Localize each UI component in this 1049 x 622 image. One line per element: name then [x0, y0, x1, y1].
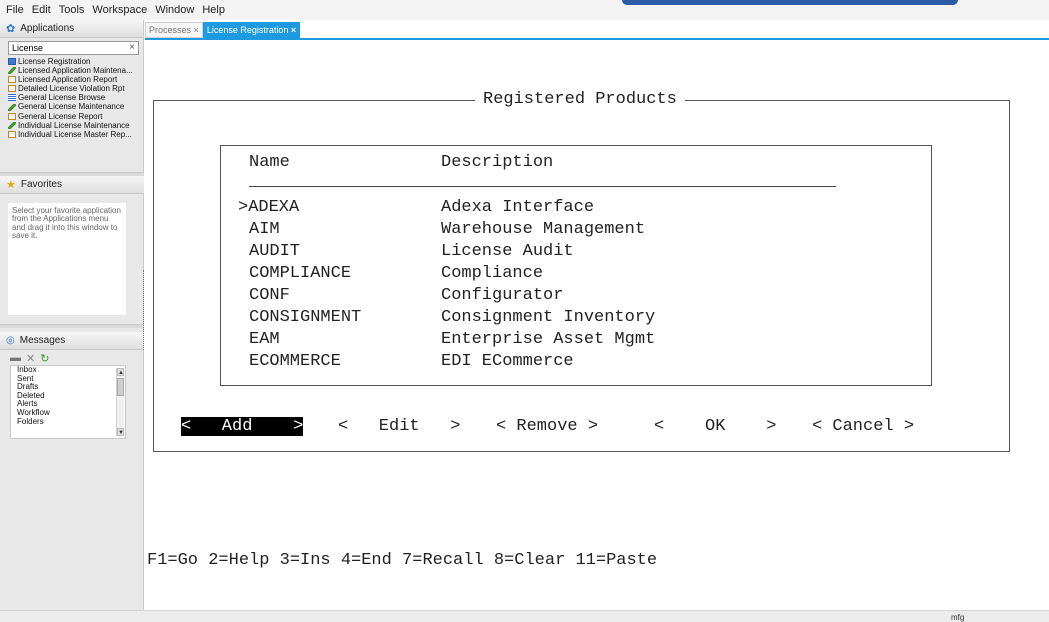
scroll-up-icon[interactable]: ▲ [117, 368, 124, 376]
product-name[interactable]: AUDIT [249, 242, 300, 261]
remove-button[interactable]: < Remove > [496, 417, 598, 436]
add-button[interactable]: < Add > [181, 417, 304, 436]
star-icon: ★ [6, 179, 16, 191]
function-key-legend: F1=Go 2=Help 3=Ins 4=End 7=Recall 8=Clea… [147, 551, 658, 570]
message-scrollbar[interactable]: ▲ ▼ [116, 368, 124, 436]
scroll-down-icon[interactable]: ▼ [117, 428, 124, 436]
messages-title: Messages [19, 335, 66, 346]
app-item-label: Licensed Application Maintena... [18, 66, 133, 76]
menu-window[interactable]: Window [155, 4, 194, 16]
app-item-licensed-application-report[interactable]: Licensed Application Report [8, 75, 143, 84]
report-icon [8, 112, 16, 120]
messages-header[interactable]: ◎ Messages [0, 332, 144, 350]
app-item-detailed-license-violation[interactable]: Detailed License Violation Rpt [8, 84, 143, 93]
application-search-value: License [12, 43, 44, 53]
product-name[interactable]: ECOMMERCE [249, 352, 341, 371]
top-accent-stripe [622, 0, 958, 5]
menu-edit[interactable]: Edit [32, 4, 51, 16]
messages-icon: ◎ [6, 335, 15, 346]
menu-file[interactable]: File [6, 4, 24, 16]
app-item-label: Individual License Maintenance [18, 120, 130, 130]
scroll-thumb[interactable] [117, 378, 124, 396]
applications-title: Applications [20, 23, 75, 34]
message-toolbar: ▬ ✕ ↻ [10, 352, 49, 365]
app-item-general-license-maintenance[interactable]: General License Maintenance [8, 102, 143, 111]
pencil-icon [8, 67, 16, 75]
product-description[interactable]: Compliance [441, 264, 543, 283]
header-divider [249, 186, 836, 187]
terminal-screen[interactable]: Registered Products Name Description >AD… [145, 40, 1049, 608]
close-icon[interactable]: × [194, 25, 199, 35]
tab-processes[interactable]: Processes × [145, 22, 203, 38]
product-name[interactable]: CONF [249, 286, 290, 305]
gear-icon: ✿ [6, 23, 16, 35]
status-bar: mfg [0, 610, 1049, 622]
product-description[interactable]: Adexa Interface [441, 198, 594, 217]
tab-license-registration[interactable]: License Registration × [202, 22, 301, 38]
product-description[interactable]: Configurator [441, 286, 563, 305]
application-search-input[interactable]: License × [8, 41, 139, 55]
form-icon [8, 58, 16, 66]
app-item-label: General License Maintenance [18, 102, 125, 112]
app-item-license-registration[interactable]: License Registration [8, 57, 143, 66]
app-item-label: Licensed Application Report [18, 75, 118, 85]
delete-icon[interactable]: ✕ [26, 352, 35, 365]
product-description[interactable]: Enterprise Asset Mgmt [441, 330, 655, 349]
list-icon [8, 94, 16, 102]
pencil-icon [8, 103, 16, 111]
menu-workspace[interactable]: Workspace [92, 4, 147, 16]
app-item-label: Individual License Master Rep... [18, 129, 132, 139]
tab-label: License Registration [206, 25, 289, 35]
cancel-button[interactable]: < Cancel > [812, 417, 914, 436]
favorites-drop-area[interactable]: Select your favorite application from th… [8, 203, 126, 315]
report-icon [8, 85, 16, 93]
message-folder-list: Inbox Sent Drafts Deleted Alerts Workflo… [10, 365, 126, 439]
application-list: License Registration Licensed Applicatio… [0, 57, 143, 139]
screen-title: Registered Products [475, 90, 685, 109]
product-description[interactable]: EDI ECommerce [441, 352, 574, 371]
close-icon[interactable]: × [291, 25, 296, 35]
product-name[interactable]: AIM [249, 220, 280, 239]
column-header-name: Name [249, 153, 290, 172]
favorites-title: Favorites [20, 179, 62, 190]
favorites-header[interactable]: ★ Favorites [0, 176, 144, 194]
menu-help[interactable]: Help [202, 4, 225, 16]
left-pane: ✿ Applications License × License Registr… [0, 20, 144, 610]
current-user: mfg [951, 613, 965, 622]
app-item-label: License Registration [18, 57, 91, 66]
tab-bar: Processes × License Registration × [145, 22, 301, 38]
report-icon [8, 130, 16, 138]
pencil-icon [8, 121, 16, 129]
folder-icon[interactable]: ▬ [10, 352, 21, 365]
app-item-label: General License Browse [18, 93, 106, 103]
menu-tools[interactable]: Tools [59, 4, 85, 16]
product-name[interactable]: COMPLIANCE [249, 264, 351, 283]
refresh-icon[interactable]: ↻ [40, 352, 49, 365]
app-item-label: Detailed License Violation Rpt [18, 84, 125, 94]
edit-button[interactable]: < Edit > [338, 417, 460, 436]
app-item-general-license-report[interactable]: General License Report [8, 112, 143, 121]
app-item-label: General License Report [18, 111, 103, 121]
app-item-individual-license-maintenance[interactable]: Individual License Maintenance [8, 121, 143, 130]
report-icon [8, 76, 16, 84]
column-header-description: Description [441, 153, 554, 172]
favorites-hint: Select your favorite application from th… [12, 206, 121, 241]
folder-folders[interactable]: Folders [11, 417, 125, 427]
product-description[interactable]: License Audit [441, 242, 574, 261]
app-item-general-license-browse[interactable]: General License Browse [8, 93, 143, 102]
app-item-licensed-application-maintenance[interactable]: Licensed Application Maintena... [8, 66, 143, 75]
product-description[interactable]: Warehouse Management [441, 220, 645, 239]
ok-button[interactable]: < OK > [654, 417, 776, 436]
product-name[interactable]: EAM [249, 330, 280, 349]
tab-label: Processes [149, 25, 192, 35]
product-name[interactable]: CONSIGNMENT [249, 308, 361, 327]
folder-label: Inbox [17, 365, 37, 374]
applications-header[interactable]: ✿ Applications [0, 20, 143, 38]
panel-separator [0, 324, 144, 328]
app-item-individual-license-master-report[interactable]: Individual License Master Rep... [8, 130, 143, 139]
clear-search-icon[interactable]: × [129, 42, 135, 54]
product-description[interactable]: Consignment Inventory [441, 308, 655, 327]
product-name[interactable]: >ADEXA [238, 198, 299, 217]
